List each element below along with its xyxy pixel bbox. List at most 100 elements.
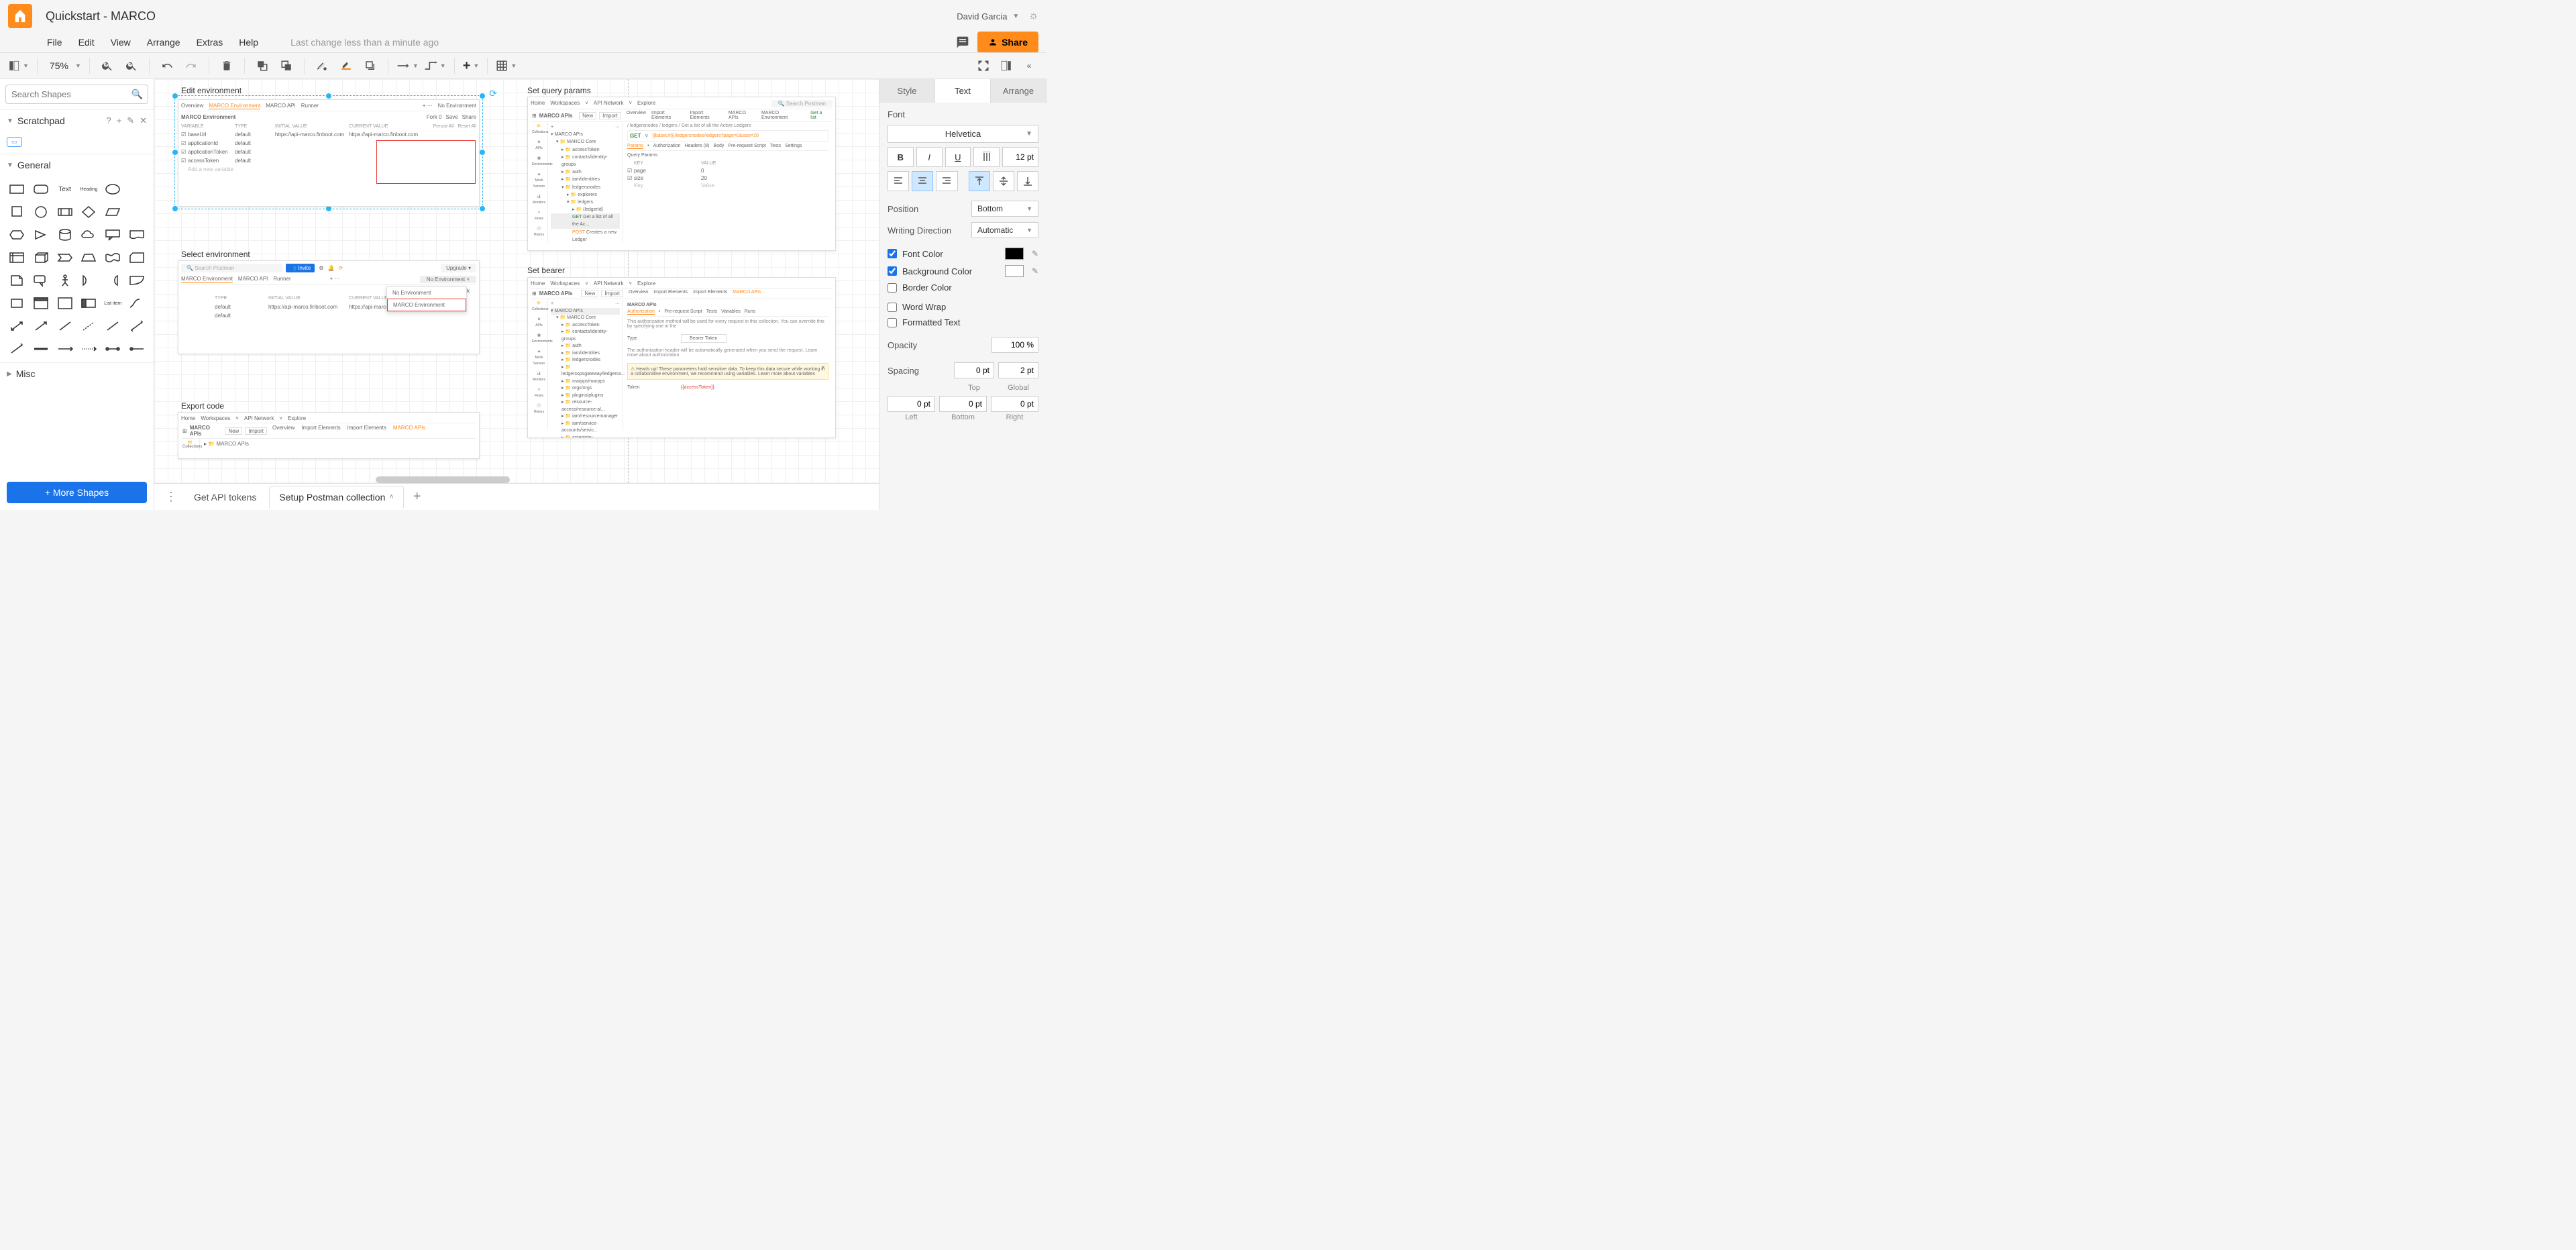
undo-icon[interactable] — [158, 56, 176, 75]
shape-diamond[interactable] — [79, 203, 99, 221]
italic-button[interactable]: I — [916, 147, 943, 167]
shape-container[interactable] — [31, 294, 51, 313]
horizontal-scrollbar[interactable] — [376, 476, 510, 483]
shape-line[interactable] — [55, 317, 75, 335]
shape-callout2[interactable] — [31, 271, 51, 290]
page-tab-menu-icon[interactable]: ˄ — [389, 493, 393, 501]
tab-text[interactable]: Text — [935, 79, 991, 103]
shape-trapezoid[interactable] — [79, 248, 99, 267]
page-menu-icon[interactable]: ⋮ — [161, 490, 181, 504]
shape-connector[interactable] — [103, 340, 123, 358]
spacing-top-input[interactable] — [954, 362, 994, 378]
shape-arrow-bi[interactable] — [7, 317, 27, 335]
document-title[interactable]: Quickstart - MARCO — [46, 9, 156, 23]
menu-help[interactable]: Help — [239, 37, 258, 48]
shape-square[interactable] — [7, 203, 27, 221]
pencil-icon[interactable]: ✎ — [1032, 266, 1038, 276]
add-page-icon[interactable]: + — [407, 489, 428, 505]
formatted-text-checkbox[interactable] — [888, 318, 897, 327]
underline-button[interactable]: U — [945, 147, 971, 167]
shape-half-circle[interactable] — [79, 271, 99, 290]
shape-link-bi[interactable] — [127, 317, 147, 335]
canvas-area[interactable]: Edit environment ⟳ Overview MARCO Enviro… — [154, 79, 879, 510]
font-color-checkbox[interactable] — [888, 249, 897, 258]
menu-extras[interactable]: Extras — [197, 37, 223, 48]
bg-color-swatch[interactable] — [1005, 265, 1024, 277]
fill-color-icon[interactable] — [313, 56, 331, 75]
to-back-icon[interactable] — [277, 56, 296, 75]
shape-blank2[interactable] — [127, 203, 147, 221]
connection-style-dropdown[interactable]: ▼ — [396, 62, 419, 70]
shape-internal-storage[interactable] — [7, 248, 27, 267]
shape-callout[interactable] — [103, 225, 123, 244]
spacing-right-input[interactable] — [991, 396, 1038, 412]
align-center-button[interactable] — [912, 171, 933, 191]
scratchpad-header[interactable]: ▼ Scratchpad ? + ✎ ✕ — [0, 109, 154, 132]
theme-icon[interactable]: ☼ — [1028, 10, 1038, 22]
zoom-out-icon[interactable] — [122, 56, 141, 75]
valign-bottom-button[interactable] — [1017, 171, 1038, 191]
shape-note[interactable] — [7, 271, 27, 290]
to-front-icon[interactable] — [253, 56, 272, 75]
shape-list[interactable] — [79, 294, 99, 313]
align-left-button[interactable] — [888, 171, 909, 191]
view-mode-dropdown[interactable]: ▼ — [8, 60, 29, 72]
misc-header[interactable]: ▶ Misc — [0, 362, 154, 384]
opacity-input[interactable] — [991, 337, 1038, 353]
shape-parallelogram[interactable] — [103, 203, 123, 221]
shape-document[interactable] — [127, 225, 147, 244]
scratchpad-edit-icon[interactable]: ✎ — [127, 115, 134, 126]
scratchpad-close-icon[interactable]: ✕ — [140, 115, 147, 126]
line-color-icon[interactable] — [337, 56, 356, 75]
screenshot-select-env[interactable]: 🔍 Search Postman 👥 Invite ⚙🔔⟳ Upgrade ▾ … — [178, 260, 480, 354]
page-tab-setup-postman[interactable]: Setup Postman collection ˄ — [269, 486, 403, 509]
menu-view[interactable]: View — [111, 37, 131, 48]
align-right-button[interactable] — [936, 171, 957, 191]
bold-button[interactable]: B — [888, 147, 914, 167]
valign-middle-button[interactable] — [993, 171, 1014, 191]
screenshot-set-bearer[interactable]: Home Workspaces˅ API Network˅ Explore ⊞M… — [527, 277, 836, 438]
shape-rectangle[interactable] — [7, 180, 27, 199]
shape-hexagon[interactable] — [7, 225, 27, 244]
comments-icon[interactable] — [956, 36, 969, 49]
vertical-text-button[interactable] — [973, 147, 1000, 167]
shape-curve[interactable] — [127, 294, 147, 313]
border-color-checkbox[interactable] — [888, 283, 897, 293]
scratchpad-shape[interactable]: ▭ — [7, 137, 22, 147]
shape-process[interactable] — [55, 203, 75, 221]
delete-icon[interactable] — [217, 56, 236, 75]
scratchpad-help-icon[interactable]: ? — [106, 115, 111, 126]
shape-list-item[interactable]: List item — [103, 294, 123, 313]
zoom-in-icon[interactable] — [98, 56, 117, 75]
redo-icon[interactable] — [182, 56, 201, 75]
tab-arrange[interactable]: Arrange — [991, 79, 1046, 103]
user-name[interactable]: David Garcia — [957, 11, 1007, 21]
shape-arrow[interactable] — [31, 317, 51, 335]
search-shapes-input[interactable] — [5, 85, 148, 104]
waypoint-style-dropdown[interactable]: ▼ — [424, 60, 446, 71]
scratchpad-add-icon[interactable]: + — [117, 115, 122, 126]
shape-line2[interactable] — [103, 317, 123, 335]
collapse-icon[interactable]: « — [1020, 56, 1038, 75]
shape-cube[interactable] — [31, 248, 51, 267]
pencil-icon[interactable]: ✎ — [1032, 249, 1038, 258]
shape-connector2[interactable] — [127, 340, 147, 358]
shape-data-storage[interactable] — [7, 294, 27, 313]
app-logo[interactable] — [8, 4, 32, 28]
shape-rounded-rect[interactable] — [31, 180, 51, 199]
shape-cylinder[interactable] — [55, 225, 75, 244]
shape-blank[interactable] — [127, 180, 147, 199]
zoom-dropdown[interactable]: 75% ▼ — [46, 60, 81, 71]
bg-color-checkbox[interactable] — [888, 266, 897, 276]
font-size-input[interactable] — [1002, 147, 1038, 167]
screenshot-set-query[interactable]: Home Workspaces˅ API Network˅ Explore 🔍 … — [527, 97, 836, 251]
screenshot-export-code[interactable]: Home Workspaces˅ API Network˅ Explore ⊞M… — [178, 412, 480, 459]
fullscreen-icon[interactable] — [974, 56, 993, 75]
general-header[interactable]: ▼ General — [0, 154, 154, 176]
shape-text[interactable]: Text — [55, 180, 75, 199]
user-menu-chevron-icon[interactable]: ▼ — [1012, 13, 1019, 20]
page-tab-get-api[interactable]: Get API tokens — [184, 486, 266, 509]
format-panel-icon[interactable] — [997, 56, 1016, 75]
font-family-select[interactable]: Helvetica ▼ — [888, 125, 1038, 143]
spacing-global-input[interactable] — [998, 362, 1038, 378]
